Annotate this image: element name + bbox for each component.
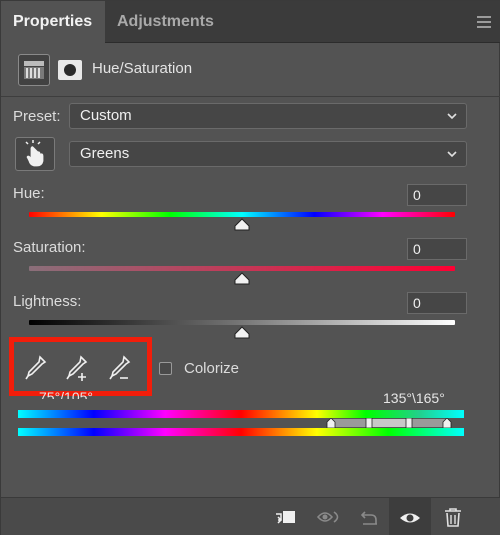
saturation-slider-track[interactable] <box>29 266 455 271</box>
properties-header: Hue/Saturation <box>1 43 500 97</box>
adjustment-layer-icon[interactable] <box>18 54 50 86</box>
clip-to-layer-icon[interactable] <box>273 506 297 528</box>
eyedropper-add-icon[interactable] <box>64 354 90 382</box>
lightness-slider-thumb[interactable] <box>234 326 250 339</box>
range-left-readout: 75°/105° <box>39 389 94 399</box>
lightness-input[interactable] <box>407 292 467 314</box>
properties-panel: Properties Adjustments Hue/Saturation Pr… <box>0 0 500 535</box>
channel-dropdown[interactable]: Greens <box>69 141 467 167</box>
adjustment-title: Hue/Saturation <box>92 60 193 77</box>
hue-input[interactable] <box>407 184 467 206</box>
channel-value: Greens <box>80 145 130 162</box>
color-spectrum-top <box>18 410 464 418</box>
saturation-input[interactable] <box>407 238 467 260</box>
tab-adjustments[interactable]: Adjustments <box>105 1 223 43</box>
lightness-slider-track[interactable] <box>29 320 455 325</box>
bottom-toolbar <box>1 497 500 535</box>
targeted-adjustment-tool[interactable] <box>15 137 55 171</box>
preset-dropdown[interactable]: Custom <box>69 103 467 129</box>
hue-slider-track[interactable] <box>29 212 455 217</box>
range-right-readout: 135°\165° <box>383 390 445 406</box>
preset-value: Custom <box>80 107 132 124</box>
saturation-slider-thumb[interactable] <box>234 272 250 285</box>
saturation-label: Saturation: <box>13 239 86 256</box>
trash-icon[interactable] <box>441 506 465 528</box>
panel-menu-icon[interactable] <box>477 16 491 28</box>
tab-properties[interactable]: Properties <box>1 1 105 43</box>
reset-icon[interactable] <box>357 506 381 528</box>
colorize-checkbox[interactable] <box>159 362 172 375</box>
visibility-eye-icon <box>400 513 420 523</box>
tab-bar: Properties Adjustments <box>1 1 500 43</box>
view-previous-state-icon[interactable] <box>315 506 343 528</box>
chevron-down-icon <box>447 151 457 158</box>
range-center[interactable] <box>369 419 409 427</box>
chevron-down-icon <box>447 113 457 120</box>
visibility-toggle[interactable] <box>389 498 431 535</box>
eyedropper-subtract-icon[interactable] <box>107 354 133 382</box>
hue-slider-thumb[interactable] <box>234 218 250 231</box>
layer-mask-icon[interactable] <box>56 56 84 84</box>
range-falloff-left[interactable] <box>331 419 369 427</box>
eyedropper-icon[interactable] <box>23 354 49 382</box>
colorize-label: Colorize <box>184 360 240 377</box>
hue-label: Hue: <box>13 185 45 202</box>
preset-label: Preset: <box>13 108 61 125</box>
lightness-label: Lightness: <box>13 293 82 310</box>
color-spectrum-bottom <box>18 428 464 436</box>
hand-pointer-icon <box>25 140 44 167</box>
